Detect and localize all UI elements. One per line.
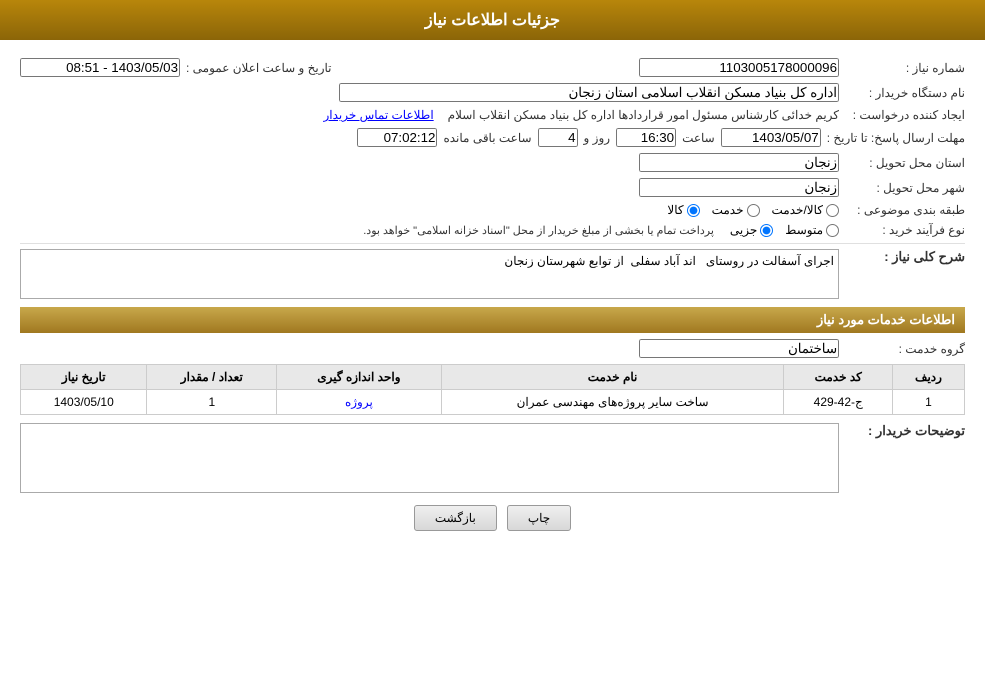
buyer-org-label: نام دستگاه خریدار : <box>845 86 965 100</box>
category-option-goods-services[interactable]: کالا/خدمت <box>772 203 839 217</box>
announcement-date-input[interactable] <box>20 58 180 77</box>
description-textarea[interactable]: اجرای آسفالت در روستای اند آباد سفلی از … <box>20 249 839 299</box>
services-section-header: اطلاعات خدمات مورد نیاز <box>20 307 965 333</box>
requestor-contact-link[interactable]: اطلاعات تماس خریدار <box>323 108 433 122</box>
category-radio-goods-services[interactable] <box>826 204 839 217</box>
col-index: ردیف <box>892 365 964 390</box>
reply-time-input[interactable] <box>616 128 676 147</box>
reply-remaining-label: ساعت باقی مانده <box>443 131 531 145</box>
cell-quantity: 1 <box>147 390 277 415</box>
buyer-notes-textarea[interactable] <box>20 423 839 493</box>
page-title: جزئیات اطلاعات نیاز <box>0 0 985 40</box>
category-option-goods[interactable]: کالا <box>667 203 699 217</box>
delivery-city-input[interactable] <box>639 178 839 197</box>
requestor-label: ایجاد کننده درخواست : <box>845 108 965 122</box>
buyer-org-input[interactable] <box>339 83 839 102</box>
category-option-service[interactable]: خدمت <box>712 203 760 217</box>
reply-days-input[interactable] <box>538 128 578 147</box>
buyer-notes-label: توضیحات خریدار : <box>845 423 965 439</box>
category-radio-goods[interactable] <box>687 204 700 217</box>
service-group-input[interactable] <box>639 339 839 358</box>
process-label: نوع فرآیند خرید : <box>845 223 965 237</box>
cell-name: ساخت سایر پروژه‌های مهندسی عمران <box>441 390 784 415</box>
col-quantity: تعداد / مقدار <box>147 365 277 390</box>
header-title-text: جزئیات اطلاعات نیاز <box>425 12 560 29</box>
process-radio-medium[interactable] <box>826 224 839 237</box>
cell-code: ج-42-429 <box>784 390 893 415</box>
service-group-label: گروه خدمت : <box>845 342 965 356</box>
description-label: شرح کلی نیاز : <box>845 249 965 265</box>
cell-unit: پروژه <box>277 390 441 415</box>
category-radio-service[interactable] <box>747 204 760 217</box>
col-unit: واحد اندازه گیری <box>277 365 441 390</box>
reply-remaining-input[interactable] <box>357 128 437 147</box>
need-number-label: شماره نیاز : <box>845 61 965 75</box>
reply-date-input[interactable] <box>721 128 821 147</box>
delivery-province-label: استان محل تحویل : <box>845 156 965 170</box>
category-label: طبقه بندی موضوعی : <box>845 203 965 217</box>
services-table: ردیف کد خدمت نام خدمت واحد اندازه گیری ت… <box>20 364 965 415</box>
process-radio-group: متوسط جزیی <box>730 223 839 237</box>
col-code: کد خدمت <box>784 365 893 390</box>
category-radio-group: کالا/خدمت خدمت کالا <box>667 203 839 217</box>
reply-deadline-label: مهلت ارسال پاسخ: تا تاریخ : <box>827 131 965 145</box>
reply-days-label: روز و <box>584 131 611 145</box>
cell-index: 1 <box>892 390 964 415</box>
process-desc: پرداخت تمام یا بخشی از مبلغ خریدار از مح… <box>363 224 714 237</box>
announcement-date-label: تاریخ و ساعت اعلان عمومی : <box>186 61 332 75</box>
delivery-city-label: شهر محل تحویل : <box>845 181 965 195</box>
col-name: نام خدمت <box>441 365 784 390</box>
back-button[interactable]: بازگشت <box>414 505 497 531</box>
process-radio-minor[interactable] <box>760 224 773 237</box>
col-date: تاریخ نیاز <box>21 365 147 390</box>
services-section-title: اطلاعات خدمات مورد نیاز <box>817 312 955 327</box>
print-button[interactable]: چاپ <box>507 505 571 531</box>
process-option-minor[interactable]: جزیی <box>730 223 773 237</box>
delivery-province-input[interactable] <box>639 153 839 172</box>
reply-time-label: ساعت <box>682 131 715 145</box>
cell-date: 1403/05/10 <box>21 390 147 415</box>
need-number-input[interactable] <box>639 58 839 77</box>
table-row: 1 ج-42-429 ساخت سایر پروژه‌های مهندسی عم… <box>21 390 965 415</box>
process-option-medium[interactable]: متوسط <box>785 223 839 237</box>
button-row: چاپ بازگشت <box>20 505 965 531</box>
requestor-text: کریم خدائی کارشناس مسئول امور قراردادها … <box>448 108 839 122</box>
